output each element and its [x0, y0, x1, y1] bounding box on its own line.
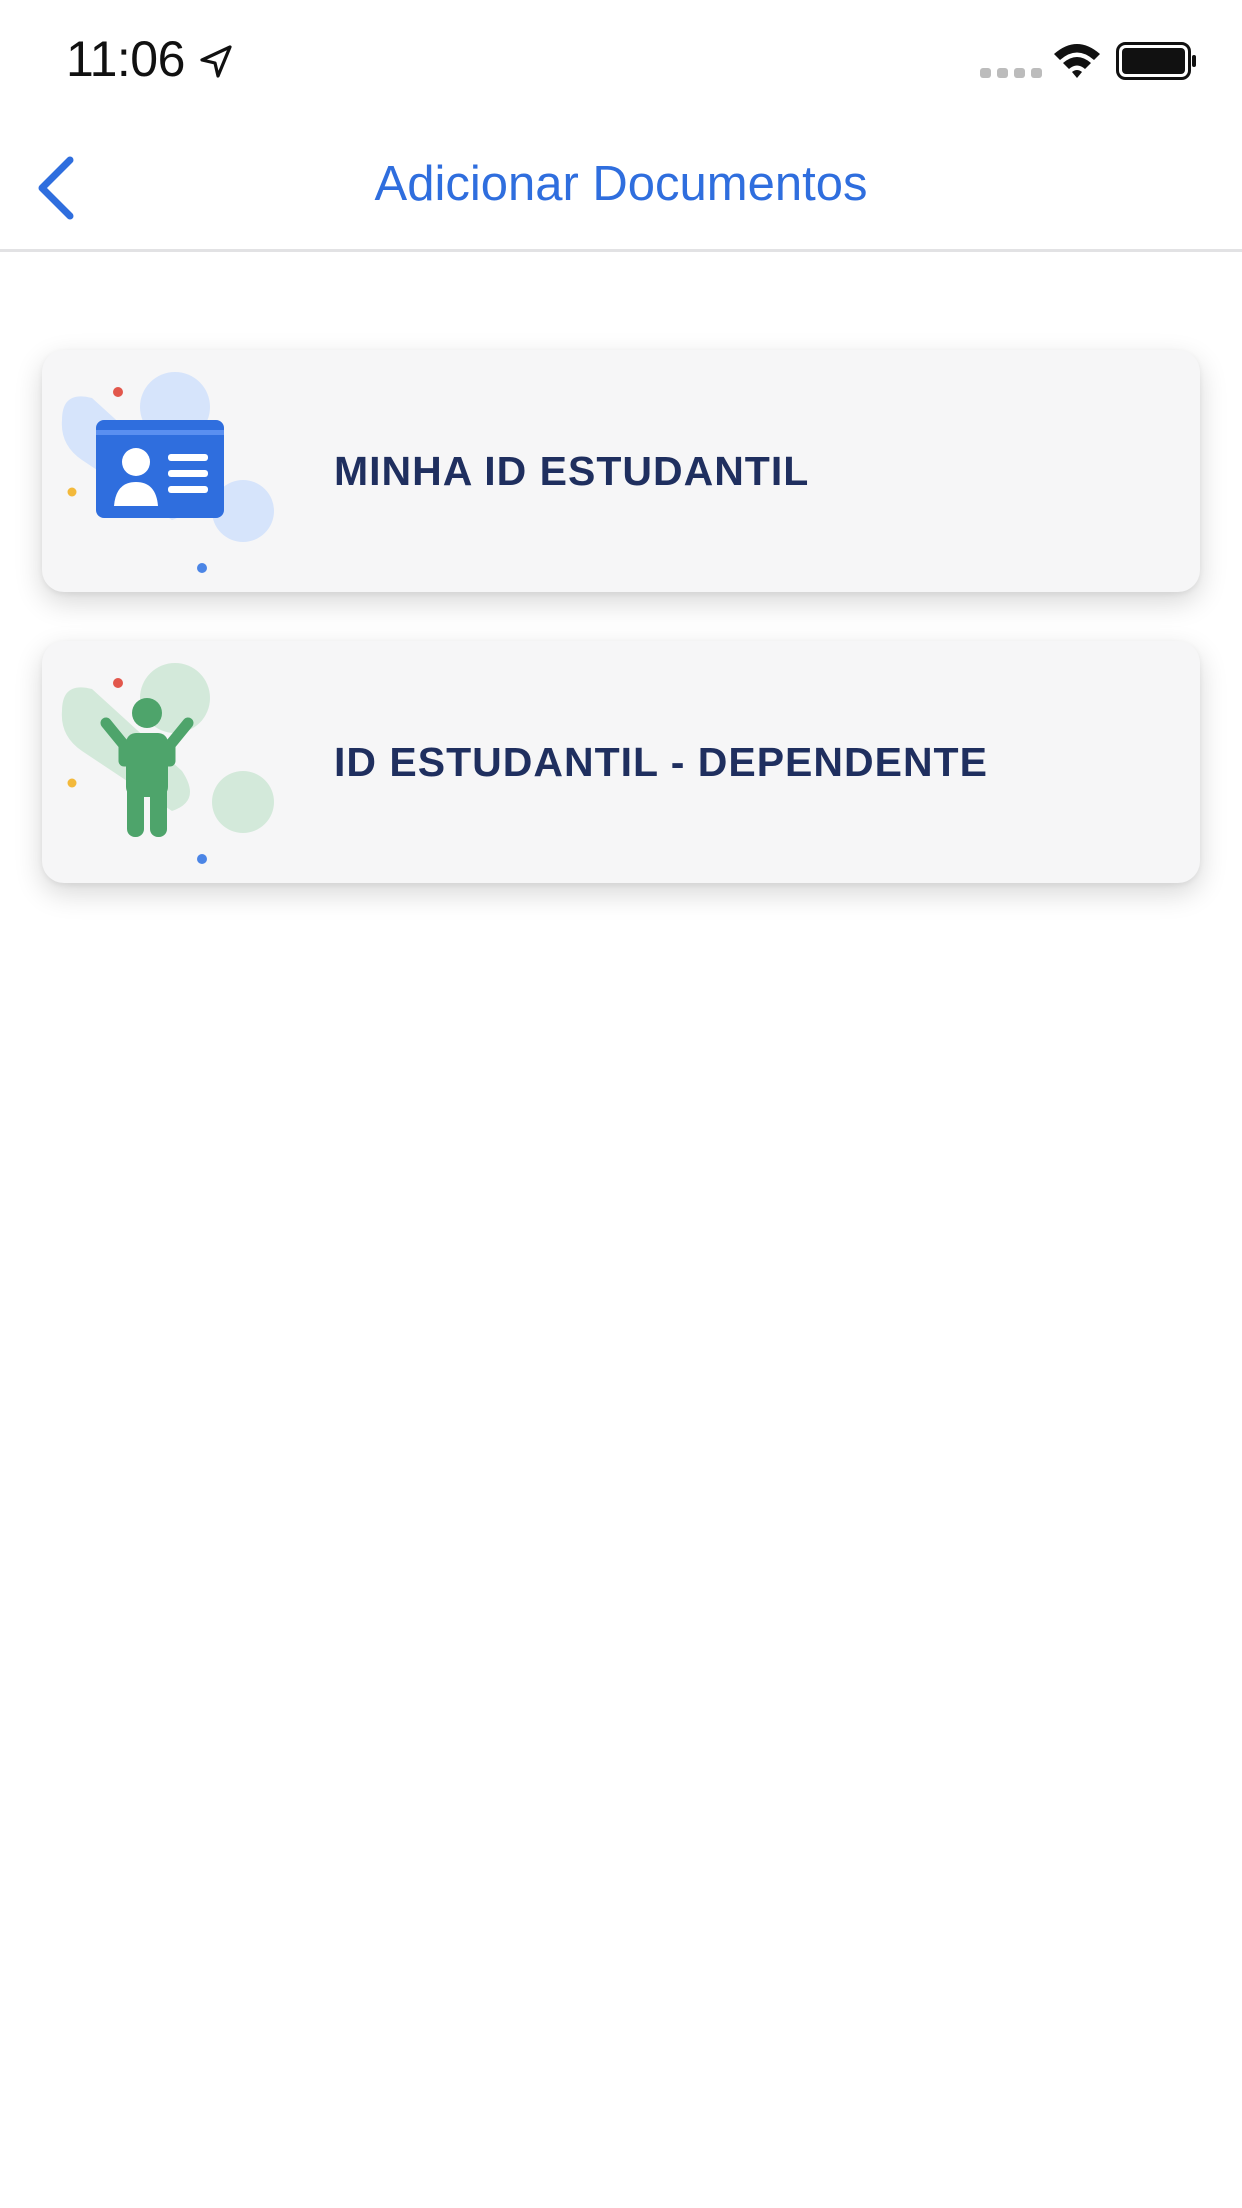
status-bar: 11:06 [0, 0, 1242, 120]
wifi-icon [1054, 44, 1100, 78]
option-label: ID ESTUDANTIL - DEPENDENTE [334, 739, 988, 785]
navigation-bar: Adicionar Documentos [0, 120, 1242, 252]
option-label: MINHA ID ESTUDANTIL [334, 448, 810, 494]
option-card-dependent-id[interactable]: ID ESTUDANTIL - DEPENDENTE [42, 641, 1200, 883]
status-time: 11:06 [66, 31, 185, 87]
cellular-signal-icon [980, 68, 1042, 78]
student-id-card-icon [61, 372, 274, 573]
child-person-icon [61, 663, 274, 864]
location-arrow-icon [200, 45, 232, 78]
battery-icon [1116, 42, 1196, 80]
option-card-student-id[interactable]: MINHA ID ESTUDANTIL [42, 350, 1200, 592]
page-title: Adicionar Documentos [374, 157, 868, 211]
